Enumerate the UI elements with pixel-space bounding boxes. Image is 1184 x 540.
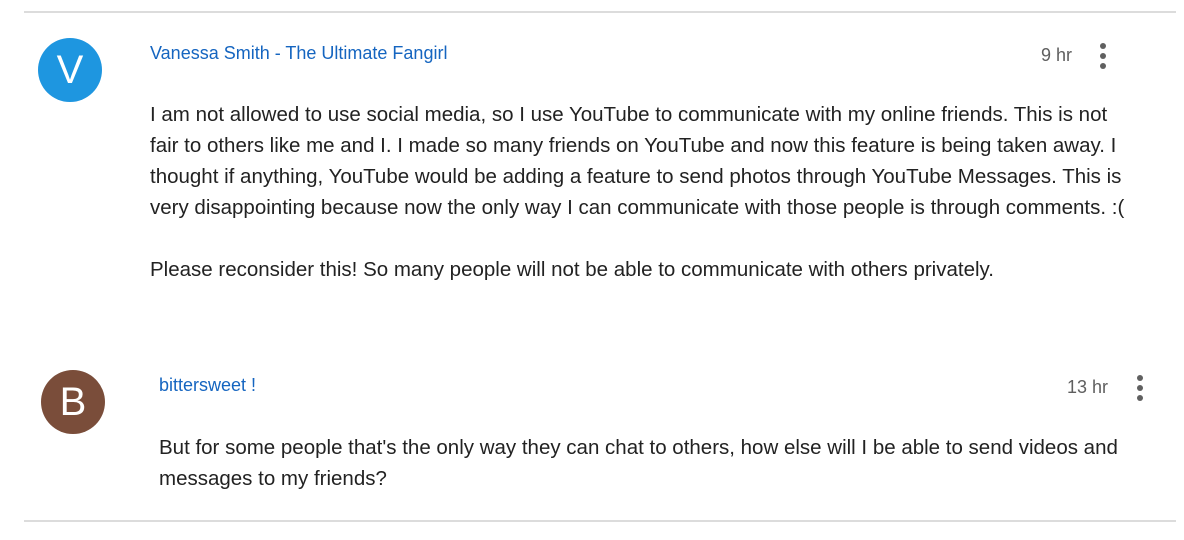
comment-body: But for some people that's the only way …	[159, 432, 1159, 494]
comment-paragraph: Please reconsider this! So many people w…	[150, 258, 994, 281]
comment-body: I am not allowed to use social media, so…	[150, 99, 1140, 285]
comment-paragraph: But for some people that's the only way …	[159, 436, 1118, 490]
top-divider	[24, 11, 1176, 13]
avatar[interactable]: V	[38, 38, 102, 102]
avatar[interactable]: B	[41, 370, 105, 434]
comment-timestamp: 9 hr	[1040, 45, 1072, 65]
comment-paragraph: I am not allowed to use social media, so…	[150, 103, 1125, 219]
comment-timestamp: 13 hr	[1066, 377, 1108, 397]
author-name-link[interactable]: Vanessa Smith - The Ultimate Fangirl	[150, 43, 447, 64]
author-name-link[interactable]: bittersweet !	[159, 375, 256, 396]
more-vert-icon[interactable]	[1130, 373, 1150, 403]
bottom-divider	[24, 520, 1176, 522]
more-vert-icon[interactable]	[1093, 41, 1113, 71]
